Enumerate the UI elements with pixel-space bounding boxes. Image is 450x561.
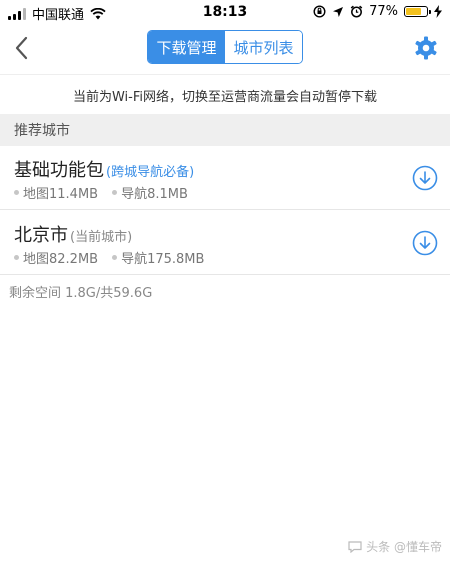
nav-bar: 下载管理 城市列表 [0,24,450,74]
status-right: 77% [313,4,442,19]
location-arrow-icon [333,6,344,17]
map-size: 地图11.4MB [23,187,99,202]
segmented-control: 下载管理 城市列表 [147,30,303,64]
back-chevron-icon[interactable] [10,35,36,61]
bullet-icon [112,190,118,195]
city-meta: 地图11.4MB 导航8.1MB [14,183,188,202]
bullet-icon [14,190,19,195]
city-name: 北京市 [14,225,68,246]
city-meta: 地图82.2MB 导航175.8MB [14,248,204,267]
city-tag: (当前城市) [70,230,133,245]
section-header-recommended: 推荐城市 [0,114,450,146]
bullet-icon [112,255,118,260]
bullet-icon [14,255,19,260]
gear-icon[interactable] [414,36,438,60]
download-icon[interactable] [412,230,438,256]
orientation-lock-icon [313,5,326,18]
download-icon[interactable] [412,165,438,191]
nav-size: 导航8.1MB [121,187,188,202]
battery-percent: 77% [369,4,398,19]
charging-bolt-icon [434,5,442,18]
city-tag: (跨城导航必备) [106,165,195,180]
tab-city-list[interactable]: 城市列表 [225,31,302,63]
city-row-beijing[interactable]: 北京市 (当前城市) 地图82.2MB 导航175.8MB [0,211,450,275]
battery-icon [404,6,431,17]
city-row-basic-package[interactable]: 基础功能包 (跨城导航必备) 地图11.4MB 导航8.1MB [0,146,450,210]
status-bar: 中国联通 18:13 77% [0,0,450,24]
wifi-notice: 当前为Wi-Fi网络，切换至运营商流量会自动暂停下载 [0,74,450,115]
tab-download-manager[interactable]: 下载管理 [148,31,225,63]
chat-bubble-icon [348,540,362,553]
watermark: 头条 @懂车帝 [348,538,442,555]
nav-size: 导航175.8MB [121,252,205,267]
map-size: 地图82.2MB [23,252,99,267]
storage-info: 剩余空间 1.8G/共59.6G [9,286,153,301]
city-title: 基础功能包 (跨城导航必备) [14,156,194,182]
alarm-icon [350,5,363,18]
city-name: 基础功能包 [14,160,104,181]
city-title: 北京市 (当前城市) [14,221,132,247]
watermark-text: 头条 @懂车帝 [366,540,442,554]
